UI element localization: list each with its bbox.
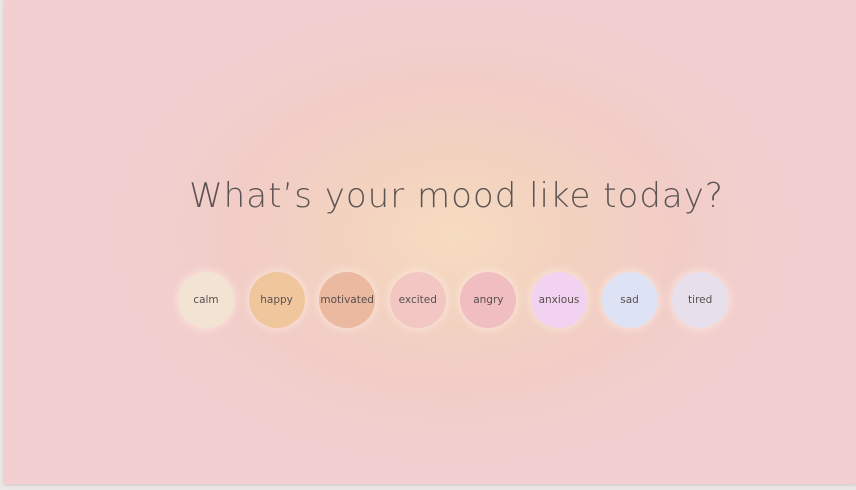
mood-option-motivated[interactable]: motivated bbox=[319, 272, 376, 328]
mood-option-excited[interactable]: excited bbox=[389, 272, 446, 328]
mood-option-sad[interactable]: sad bbox=[601, 272, 658, 328]
mood-option-anxious[interactable]: anxious bbox=[530, 272, 587, 328]
page-title: What’s your mood like today? bbox=[189, 176, 724, 216]
mood-options: calm happy motivated excited angry anxio… bbox=[178, 272, 729, 328]
mood-option-happy[interactable]: happy bbox=[248, 272, 305, 328]
mood-option-tired[interactable]: tired bbox=[672, 272, 729, 328]
mood-option-angry[interactable]: angry bbox=[460, 272, 517, 328]
mood-screen: What’s your mood like today? calm happy … bbox=[4, 0, 856, 484]
page: What’s your mood like today? calm happy … bbox=[0, 0, 856, 490]
mood-option-calm[interactable]: calm bbox=[178, 272, 234, 328]
